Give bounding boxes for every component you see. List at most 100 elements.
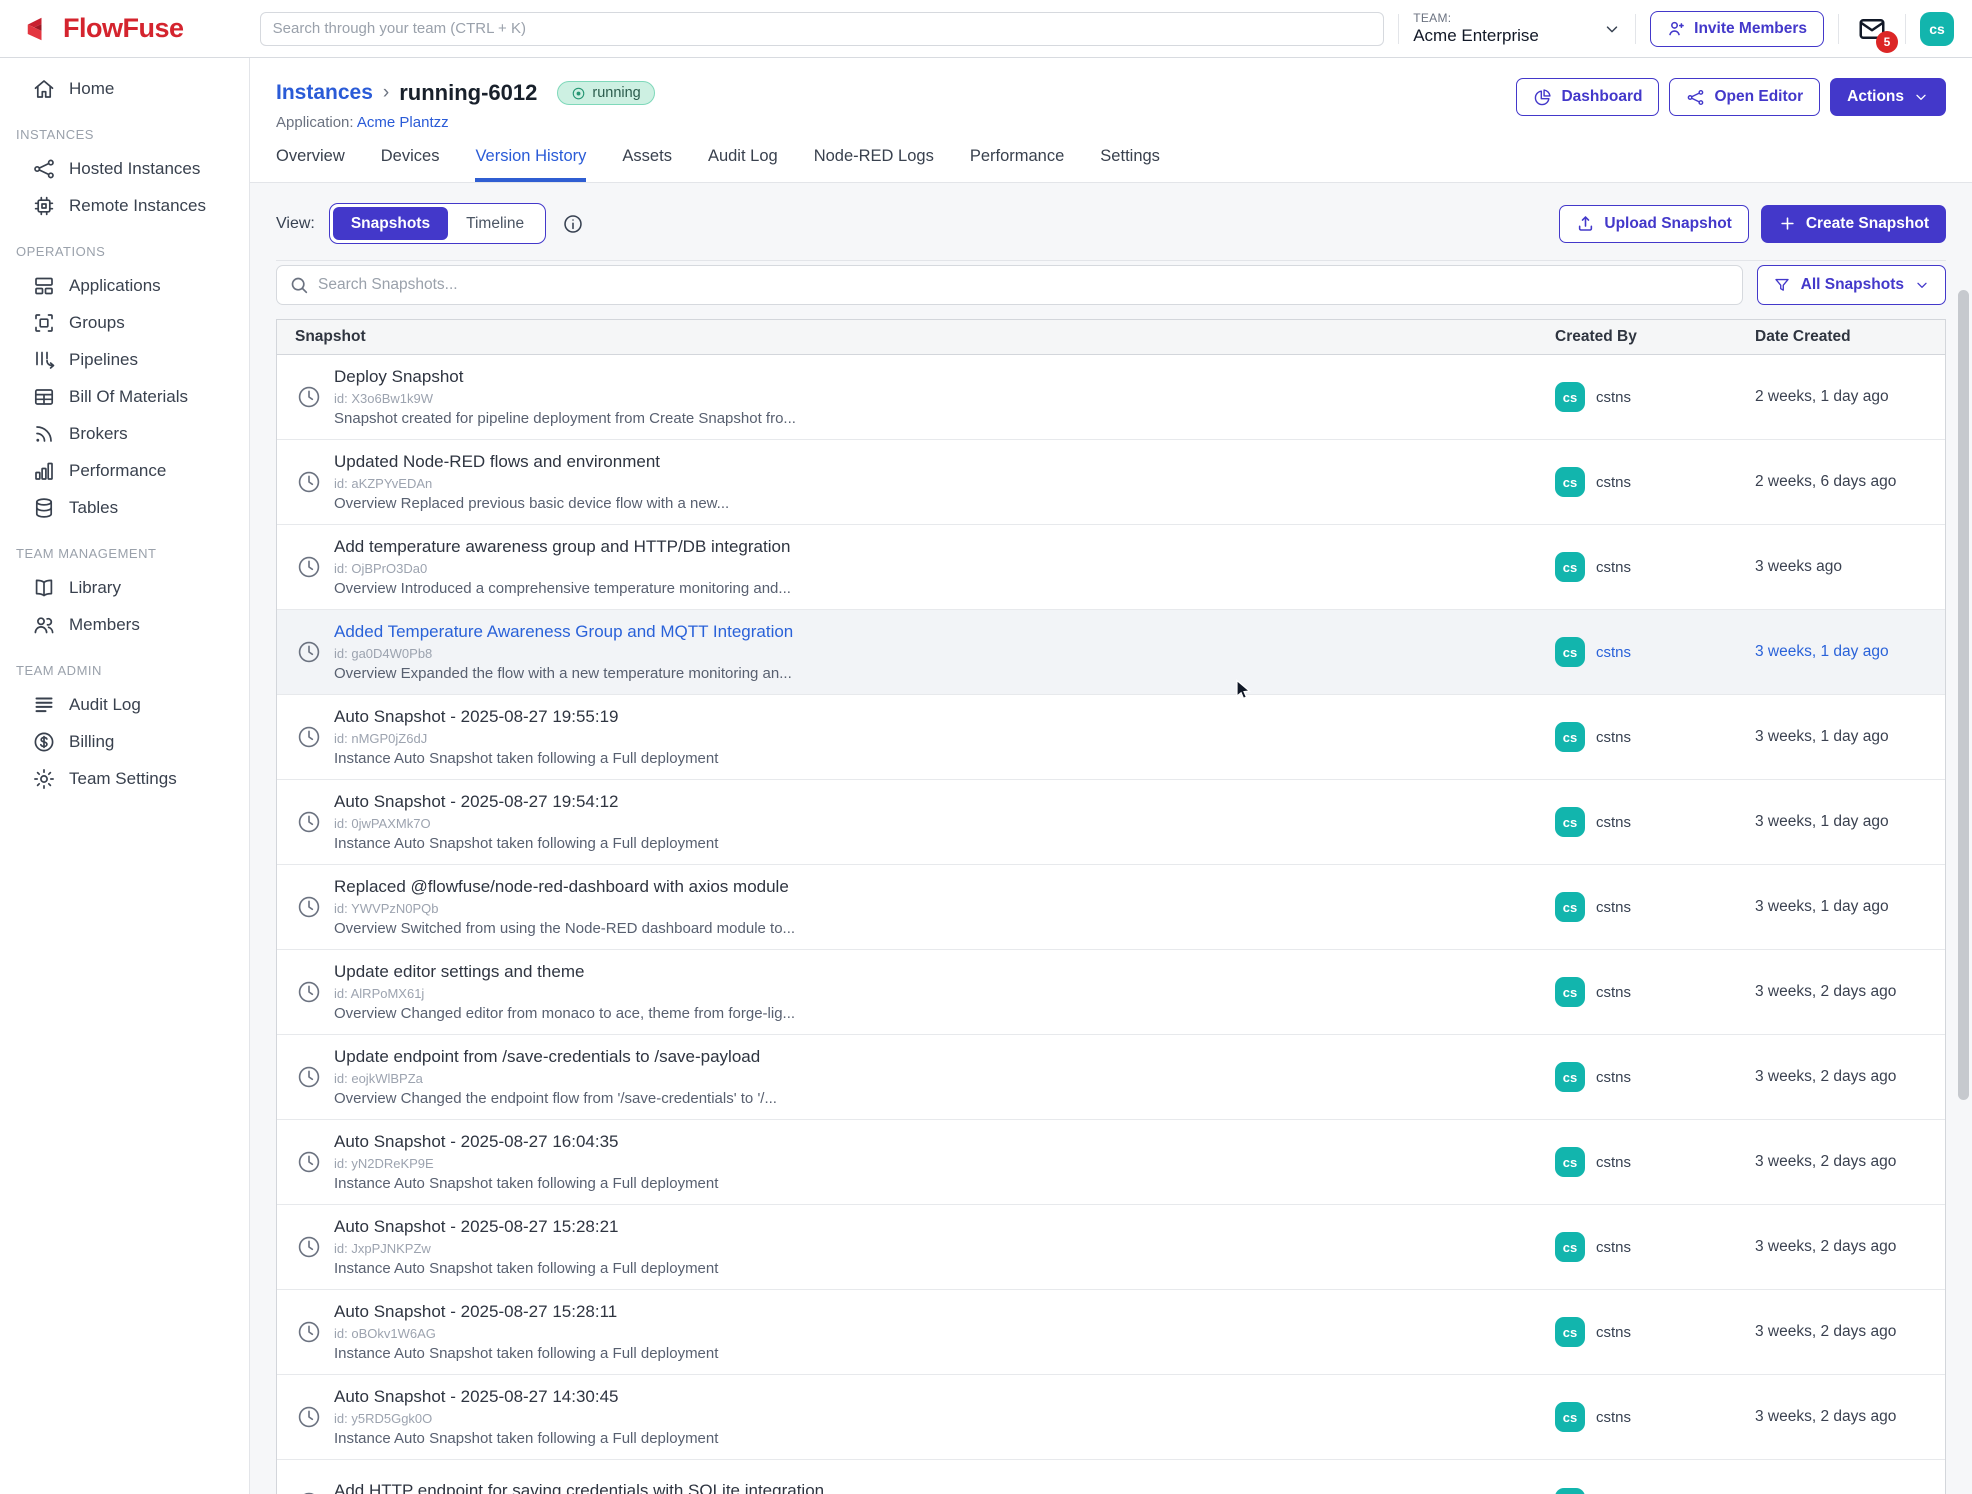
toolbar-divider [276, 260, 1946, 261]
snapshot-description: Overview Replaced previous basic device … [334, 495, 729, 512]
breadcrumb-instances-link[interactable]: Instances [276, 81, 373, 105]
version-history-toolbar: View: SnapshotsTimeline Upload Snapshot … [250, 183, 1972, 1494]
sidebar-item-members[interactable]: Members [0, 606, 249, 643]
snapshot-id: id: 0jwPAXMk7O [334, 816, 718, 831]
table-row[interactable]: Auto Snapshot - 2025-08-27 19:54:12 id: 0… [277, 780, 1945, 865]
snapshot-title[interactable]: Auto Snapshot - 2025-08-27 16:04:35 [334, 1132, 718, 1152]
notification-badge: 5 [1876, 31, 1898, 53]
tab-assets[interactable]: Assets [622, 147, 672, 182]
create-snapshot-button[interactable]: Create Snapshot [1761, 205, 1946, 243]
sidebar-item-home[interactable]: Home [0, 70, 249, 107]
table-row[interactable]: Update endpoint from /save-credentials t… [277, 1035, 1945, 1120]
sidebar-item-bill-of-materials[interactable]: Bill Of Materials [0, 378, 249, 415]
tab-overview[interactable]: Overview [276, 147, 345, 182]
team-selector[interactable]: TEAM: Acme Enterprise [1413, 11, 1621, 46]
created-by-name: cstns [1596, 559, 1631, 576]
snapshot-filter-button[interactable]: All Snapshots [1757, 265, 1946, 305]
sidebar-item-performance[interactable]: Performance [0, 452, 249, 489]
snapshot-title[interactable]: Replaced @flowfuse/node-red-dashboard wi… [334, 877, 795, 897]
tab-audit-log[interactable]: Audit Log [708, 147, 778, 182]
divider [1635, 14, 1636, 44]
sidebar-item-billing[interactable]: Billing [0, 723, 249, 760]
snapshot-title[interactable]: Deploy Snapshot [334, 367, 796, 387]
sidebar-item-team-settings[interactable]: Team Settings [0, 760, 249, 797]
tab-devices[interactable]: Devices [381, 147, 440, 182]
snapshot-title[interactable]: Auto Snapshot - 2025-08-27 19:55:19 [334, 707, 718, 727]
table-row[interactable]: Auto Snapshot - 2025-08-27 15:28:21id: J… [277, 1205, 1945, 1290]
avatar: cs [1555, 977, 1585, 1007]
snapshot-title[interactable]: Updated Node-RED flows and environment [334, 452, 729, 472]
open-editor-button[interactable]: Open Editor [1669, 78, 1820, 116]
application-link[interactable]: Acme Plantzz [357, 114, 449, 131]
snapshot-description: Snapshot created for pipeline deployment… [334, 410, 796, 427]
created-by-name: cstns [1596, 644, 1631, 661]
running-icon [571, 86, 586, 101]
tab-performance[interactable]: Performance [970, 147, 1064, 182]
table-row[interactable]: Added Temperature Awareness Group and MQ… [277, 610, 1945, 695]
table-row[interactable]: Add temperature awareness group and HTTP… [277, 525, 1945, 610]
table-row[interactable]: Deploy Snapshotid: X3o6Bw1k9WSnapshot cr… [277, 355, 1945, 440]
performance-icon [32, 459, 56, 483]
flowfuse-logo[interactable]: FlowFuse [0, 13, 246, 44]
sidebar-item-label: Pipelines [69, 350, 138, 370]
user-avatar[interactable]: cs [1920, 12, 1954, 46]
snapshot-title[interactable]: Auto Snapshot - 2025-08-27 15:28:21 [334, 1217, 718, 1237]
invite-members-button[interactable]: Invite Members [1650, 11, 1824, 47]
clock-icon [296, 1319, 322, 1345]
dashboard-button[interactable]: Dashboard [1516, 78, 1659, 116]
snapshot-description: Overview Changed editor from monaco to a… [334, 1005, 795, 1022]
table-row[interactable]: Auto Snapshot - 2025-08-27 16:04:35id: y… [277, 1120, 1945, 1205]
snapshot-search-input[interactable] [318, 276, 1730, 294]
snapshot-title[interactable]: Add temperature awareness group and HTTP… [334, 537, 791, 557]
table-row[interactable]: Auto Snapshot - 2025-08-27 15:28:11id: o… [277, 1290, 1945, 1375]
table-row[interactable]: Auto Snapshot - 2025-08-27 14:30:45id: y… [277, 1375, 1945, 1460]
chevron-down-icon [1603, 20, 1621, 38]
created-by-cell: cscstns [1555, 1205, 1755, 1289]
column-created-by: Created By [1555, 328, 1755, 346]
table-row[interactable]: Update editor settings and themeid: AlRP… [277, 950, 1945, 1035]
sidebar-item-library[interactable]: Library [0, 569, 249, 606]
sidebar-item-applications[interactable]: Applications [0, 267, 249, 304]
view-toggle-timeline[interactable]: Timeline [448, 207, 542, 240]
snapshot-description: Overview Changed the endpoint flow from … [334, 1090, 777, 1107]
view-toggle-snapshots[interactable]: Snapshots [333, 207, 448, 240]
date-created: 3 weeks ago [1755, 525, 1945, 609]
snapshot-title[interactable]: Auto Snapshot - 2025-08-27 19:54:12 [334, 792, 718, 812]
applications-icon [32, 274, 56, 298]
sidebar-item-audit-log[interactable]: Audit Log [0, 686, 249, 723]
plus-icon [1778, 214, 1797, 233]
table-row[interactable]: Updated Node-RED flows and environmentid… [277, 440, 1945, 525]
sidebar-item-hosted-instances[interactable]: Hosted Instances [0, 150, 249, 187]
info-icon[interactable] [562, 213, 584, 235]
table-row[interactable]: Replaced @flowfuse/node-red-dashboard wi… [277, 865, 1945, 950]
tab-settings[interactable]: Settings [1100, 147, 1160, 182]
tab-version-history[interactable]: Version History [475, 147, 586, 182]
sidebar-item-brokers[interactable]: Brokers [0, 415, 249, 452]
created-by-name: cstns [1596, 1324, 1631, 1341]
clock-icon [296, 1234, 322, 1260]
upload-snapshot-button[interactable]: Upload Snapshot [1559, 205, 1748, 243]
created-by-cell: cscstns [1555, 950, 1755, 1034]
sidebar-item-remote-instances[interactable]: Remote Instances [0, 187, 249, 224]
snapshot-title[interactable]: Auto Snapshot - 2025-08-27 15:28:11 [334, 1302, 718, 1322]
clock-icon [296, 1404, 322, 1430]
snapshot-title[interactable]: Add HTTP endpoint for saving credentials… [334, 1481, 824, 1494]
avatar: cs [1555, 382, 1585, 412]
snapshot-title[interactable]: Update endpoint from /save-credentials t… [334, 1047, 777, 1067]
avatar: cs [1555, 467, 1585, 497]
snapshot-title[interactable]: Update editor settings and theme [334, 962, 795, 982]
sidebar-item-groups[interactable]: Groups [0, 304, 249, 341]
created-by-cell: cscstns [1555, 525, 1755, 609]
sidebar-item-tables[interactable]: Tables [0, 489, 249, 526]
table-row[interactable]: Add HTTP endpoint for saving credentials… [277, 1460, 1945, 1494]
snapshot-title[interactable]: Auto Snapshot - 2025-08-27 14:30:45 [334, 1387, 718, 1407]
team-search-input[interactable] [260, 12, 1385, 46]
actions-button[interactable]: Actions [1830, 78, 1946, 116]
table-row[interactable]: Auto Snapshot - 2025-08-27 19:55:19id: n… [277, 695, 1945, 780]
sidebar-item-label: Brokers [69, 424, 128, 444]
snapshot-title[interactable]: Added Temperature Awareness Group and MQ… [334, 622, 793, 642]
tab-node-red-logs[interactable]: Node-RED Logs [814, 147, 934, 182]
sidebar-item-pipelines[interactable]: Pipelines [0, 341, 249, 378]
notifications-button[interactable]: 5 [1857, 14, 1887, 44]
scrollbar[interactable] [1958, 290, 1969, 1100]
